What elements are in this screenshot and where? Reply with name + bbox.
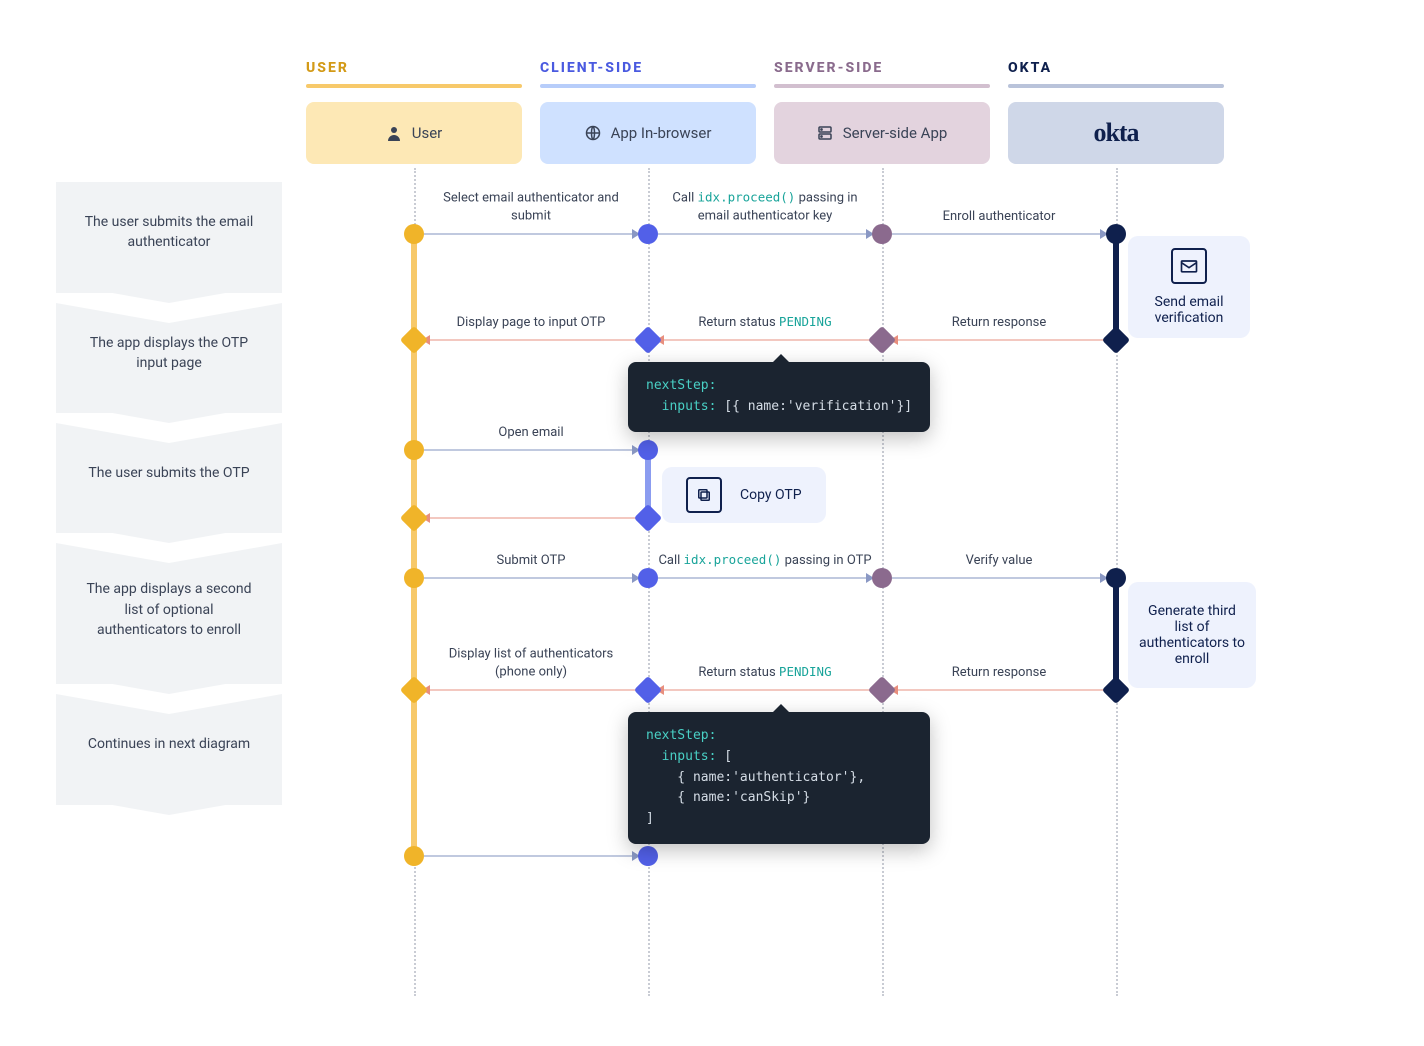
step-5-text: Continues in next diagram	[88, 734, 250, 754]
step-5: Continues in next diagram	[56, 694, 282, 804]
node-client-2	[634, 326, 662, 354]
arrow-okta-to-server-2	[892, 339, 1106, 341]
seg-okta-1	[1113, 234, 1119, 340]
node-okta-5	[1102, 676, 1130, 704]
step-3-text: The user submits the OTP	[88, 463, 249, 483]
node-user-1	[404, 224, 424, 244]
note-copy-otp-text: Copy OTP	[740, 487, 802, 503]
label-l4b: Call idx.proceed() passing in OTP	[658, 551, 871, 576]
node-server-4	[872, 568, 892, 588]
label-l5a: Return response	[952, 664, 1047, 688]
node-okta-2	[1102, 326, 1130, 354]
node-okta-1	[1106, 224, 1126, 244]
code-bubble-2: nextStep: inputs: [ { name:'authenticato…	[628, 712, 930, 844]
note-send-email: Send email verification	[1128, 236, 1250, 338]
envelope-icon	[1171, 248, 1207, 284]
node-user-3	[404, 440, 424, 460]
label-l5c: Display list of authenticators (phone on…	[431, 646, 631, 688]
lane-title-user: USER	[306, 60, 522, 76]
label-l1a: Select email authenticator and submit	[431, 190, 631, 232]
note-copy-otp: Copy OTP	[662, 467, 826, 523]
label-l4a: Submit OTP	[497, 552, 566, 576]
node-client-1	[638, 224, 658, 244]
label-l2b: Return status PENDING	[698, 313, 831, 338]
lane-box-server: Server-side App	[774, 102, 990, 164]
node-server-2	[868, 326, 896, 354]
arrow-client-to-user-2	[424, 339, 638, 341]
arrow-user-to-client-4	[424, 577, 638, 579]
globe-icon	[585, 125, 601, 141]
lane-box-user-label: User	[412, 124, 443, 142]
note-generate-list: Generate third list of authenticators to…	[1128, 582, 1256, 688]
arrow-client-to-user-3b	[424, 517, 638, 519]
node-client-4	[638, 568, 658, 588]
label-l3a: Open email	[498, 424, 563, 448]
node-user-5	[400, 676, 428, 704]
label-l2a: Return response	[952, 314, 1047, 338]
lane-box-client-label: App In-browser	[611, 124, 712, 142]
lane-title-okta: OKTA	[1008, 60, 1224, 76]
okta-logo: okta	[1093, 118, 1138, 148]
seg-okta-2	[1113, 578, 1119, 690]
arrow-client-to-user-5	[424, 689, 638, 691]
label-l1b: Call idx.proceed() passing in email auth…	[665, 189, 865, 232]
arrow-user-to-client-3	[424, 449, 638, 451]
lane-client: CLIENT-SIDE App In-browser	[540, 60, 756, 164]
node-server-5	[868, 676, 896, 704]
step-column: The user submits the email authenticator…	[56, 182, 282, 805]
step-1-text: The user submits the email authenticator	[78, 212, 260, 253]
node-user-2	[400, 326, 428, 354]
copy-icon	[686, 477, 722, 513]
lane-server: SERVER-SIDE Server-side App	[774, 60, 990, 164]
node-client-5	[634, 676, 662, 704]
node-client-3	[638, 440, 658, 460]
step-2-text: The app displays the OTP input page	[78, 333, 260, 374]
user-icon	[386, 125, 402, 141]
arrow-server-to-client-2	[658, 339, 872, 341]
lane-bar-server	[774, 84, 990, 88]
lane-box-client: App In-browser	[540, 102, 756, 164]
diagram-frame: USER User CLIENT-SIDE App In-browser SER…	[0, 0, 1424, 1046]
lane-user: USER User	[306, 60, 522, 164]
note-send-email-text: Send email verification	[1136, 294, 1242, 326]
label-l5b: Return status PENDING	[698, 663, 831, 688]
lane-title-server: SERVER-SIDE	[774, 60, 990, 76]
lane-headers: USER User CLIENT-SIDE App In-browser SER…	[306, 60, 1224, 164]
label-l4c: Verify value	[966, 552, 1033, 576]
arrow-client-to-server-4	[658, 577, 872, 579]
note-generate-list-text: Generate third list of authenticators to…	[1138, 603, 1246, 667]
step-3: The user submits the OTP	[56, 423, 282, 533]
lane-box-okta: okta	[1008, 102, 1224, 164]
lane-bar-okta	[1008, 84, 1224, 88]
node-user-3b	[400, 504, 428, 532]
arrow-server-to-okta-4	[892, 577, 1106, 579]
server-icon	[817, 125, 833, 141]
lane-bar-user	[306, 84, 522, 88]
step-2: The app displays the OTP input page	[56, 303, 282, 414]
arrow-user-to-client-6	[424, 855, 638, 857]
lane-box-server-label: Server-side App	[843, 124, 948, 142]
step-4-text: The app displays a second list of option…	[78, 579, 260, 640]
lane-title-client: CLIENT-SIDE	[540, 60, 756, 76]
step-4: The app displays a second list of option…	[56, 543, 282, 684]
node-user-4	[404, 568, 424, 588]
node-client-3b	[634, 504, 662, 532]
arrow-okta-to-server-5	[892, 689, 1106, 691]
lane-bar-client	[540, 84, 756, 88]
lane-box-user: User	[306, 102, 522, 164]
arrow-client-to-server-1	[658, 233, 872, 235]
arrow-server-to-client-5	[658, 689, 872, 691]
lane-okta: OKTA okta	[1008, 60, 1224, 164]
label-l2c: Display page to input OTP	[457, 314, 606, 338]
node-server-1	[872, 224, 892, 244]
code-bubble-1: nextStep: inputs: [{ name:'verification'…	[628, 362, 930, 432]
arrow-user-to-client-1	[424, 233, 638, 235]
step-1: The user submits the email authenticator	[56, 182, 282, 293]
node-user-6	[404, 846, 424, 866]
node-client-6	[638, 846, 658, 866]
label-l1c: Enroll authenticator	[943, 208, 1056, 232]
node-okta-4	[1106, 568, 1126, 588]
arrow-server-to-okta-1	[892, 233, 1106, 235]
